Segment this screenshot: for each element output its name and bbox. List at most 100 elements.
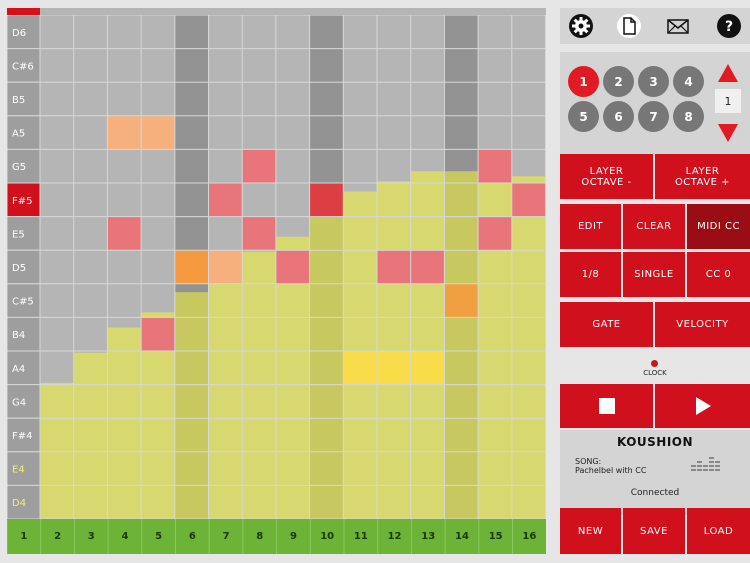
- note-cell[interactable]: [174, 250, 209, 284]
- note-length-button[interactable]: 1/8: [560, 252, 621, 297]
- note-cell[interactable]: [242, 216, 276, 251]
- step-number-9[interactable]: 9: [290, 531, 297, 542]
- channel-button-4[interactable]: 4: [673, 66, 704, 97]
- play-icon: [695, 397, 711, 415]
- note-cell[interactable]: [275, 250, 310, 284]
- note-label-Fsharp5: F#5: [12, 196, 33, 207]
- note-label-Csharp5: C#5: [12, 297, 34, 308]
- note-cell[interactable]: [478, 149, 512, 183]
- channel-value: 1: [715, 89, 741, 113]
- note-label-G5: G5: [12, 162, 26, 173]
- stop-button[interactable]: [560, 384, 653, 428]
- step-number-10[interactable]: 10: [320, 531, 334, 542]
- step-number-11[interactable]: 11: [354, 531, 368, 542]
- note-cell[interactable]: [410, 250, 445, 284]
- note-label-B5: B5: [12, 95, 25, 106]
- grid-canvas[interactable]: D6C#6B5A5G5F#5E5D5C#5B4A4G4F#4E4D41 2 3 4 5 6…: [7, 15, 546, 554]
- cc-value-button[interactable]: CC 0: [687, 252, 750, 297]
- note-label-Csharp6: C#6: [12, 61, 34, 72]
- channel-button-7[interactable]: 7: [638, 101, 669, 132]
- step-number-15[interactable]: 15: [489, 531, 503, 542]
- note-label-E4: E4: [12, 465, 25, 476]
- cc-level-bar[interactable]: [73, 352, 108, 519]
- note-cell[interactable]: [410, 351, 445, 385]
- file-icon[interactable]: [614, 11, 644, 41]
- step-sequencer-grid[interactable]: D6 C#6 B5 A5 G5 F#5 E5 D5 C#5 B4 A4 G4 F#4 E4 D4 1 2 3 4 5 6…: [7, 8, 546, 554]
- note-cell[interactable]: [478, 216, 512, 251]
- cc-level-bar[interactable]: [444, 171, 479, 520]
- help-icon-label: ?: [725, 19, 733, 35]
- step-number-3[interactable]: 3: [88, 531, 95, 542]
- edit-button[interactable]: EDIT: [560, 204, 621, 249]
- note-cell[interactable]: [141, 115, 175, 150]
- clock-indicator: [651, 360, 658, 367]
- play-button[interactable]: [655, 384, 750, 428]
- note-cell[interactable]: [242, 149, 276, 183]
- cc-level-bar[interactable]: [377, 181, 411, 519]
- step-number-14[interactable]: 14: [455, 531, 469, 542]
- control-panel: ? 12345678 1 LAYER OCTAVE - LAYER OCTAVE…: [560, 8, 750, 554]
- help-icon[interactable]: ?: [714, 11, 744, 41]
- mail-icon[interactable]: [663, 11, 693, 41]
- step-number-12[interactable]: 12: [388, 531, 402, 542]
- note-cell[interactable]: [377, 351, 411, 385]
- midi-cc-button[interactable]: MIDI CC: [687, 204, 750, 249]
- song-name: Pachelbel with CC: [575, 466, 647, 475]
- cc-level-bar[interactable]: [242, 251, 276, 519]
- step-number-8[interactable]: 8: [256, 531, 263, 542]
- note-cell[interactable]: [107, 115, 142, 150]
- channel-down-arrow-icon[interactable]: [718, 124, 738, 142]
- note-cell[interactable]: [208, 183, 243, 217]
- gear-icon[interactable]: [566, 11, 596, 41]
- note-label-A4: A4: [12, 364, 25, 375]
- clear-button[interactable]: CLEAR: [623, 204, 685, 249]
- toolbar: ?: [560, 8, 750, 44]
- step-number-13[interactable]: 13: [421, 531, 435, 542]
- load-button[interactable]: LOAD: [687, 508, 750, 554]
- note-label-E5: E5: [12, 229, 25, 240]
- channel-button-8[interactable]: 8: [673, 101, 704, 132]
- channel-up-arrow-icon[interactable]: [718, 64, 738, 82]
- step-number-7[interactable]: 7: [223, 531, 230, 542]
- note-label-G4: G4: [12, 397, 26, 408]
- new-button[interactable]: NEW: [560, 508, 621, 554]
- cc-level-bar[interactable]: [309, 206, 344, 519]
- single-button[interactable]: SINGLE: [623, 252, 685, 297]
- channel-button-2[interactable]: 2: [603, 66, 634, 97]
- cc-level-bar[interactable]: [511, 176, 546, 519]
- note-cell[interactable]: [141, 317, 175, 351]
- note-label-D6: D6: [12, 28, 26, 39]
- channel-button-3[interactable]: 3: [638, 66, 669, 97]
- note-cell[interactable]: [309, 183, 344, 217]
- song-label: SONG:: [575, 457, 602, 466]
- step-number-4[interactable]: 4: [121, 531, 128, 542]
- channel-button-1[interactable]: 1: [568, 66, 599, 97]
- save-button[interactable]: SAVE: [623, 508, 685, 554]
- app-root: D6 C#6 B5 A5 G5 F#5 E5 D5 C#5 B4 A4 G4 F#4 E4 D4 1 2 3 4 5 6…: [0, 0, 750, 563]
- app-title: KOUSHION: [616, 435, 694, 449]
- gate-button[interactable]: GATE: [560, 302, 653, 347]
- step-number-5[interactable]: 5: [155, 531, 162, 542]
- step-number-2[interactable]: 2: [54, 531, 61, 542]
- note-cell[interactable]: [343, 351, 377, 385]
- note-cell[interactable]: [107, 216, 142, 251]
- channel-button-6[interactable]: 6: [603, 101, 634, 132]
- step-number-1[interactable]: 1: [20, 531, 27, 542]
- cc-level-bar[interactable]: [107, 327, 142, 519]
- playhead-indicator: [7, 8, 40, 15]
- cc-level-bar[interactable]: [410, 171, 445, 520]
- cc-level-bar[interactable]: [40, 382, 74, 519]
- channel-button-5[interactable]: 5: [568, 101, 599, 132]
- step-number-6[interactable]: 6: [189, 531, 196, 542]
- note-cell[interactable]: [208, 250, 243, 284]
- note-cell[interactable]: [511, 183, 546, 217]
- cc-level-bar[interactable]: [208, 267, 243, 519]
- step-number-16[interactable]: 16: [522, 531, 536, 542]
- layer-octave-down-button[interactable]: LAYER OCTAVE -: [560, 154, 653, 199]
- connection-status: Connected: [630, 488, 680, 498]
- layer-octave-up-button[interactable]: LAYER OCTAVE +: [655, 154, 750, 199]
- velocity-button[interactable]: VELOCITY: [655, 302, 750, 347]
- note-label-D5: D5: [12, 263, 26, 274]
- note-cell[interactable]: [377, 250, 411, 284]
- note-cell[interactable]: [444, 283, 479, 318]
